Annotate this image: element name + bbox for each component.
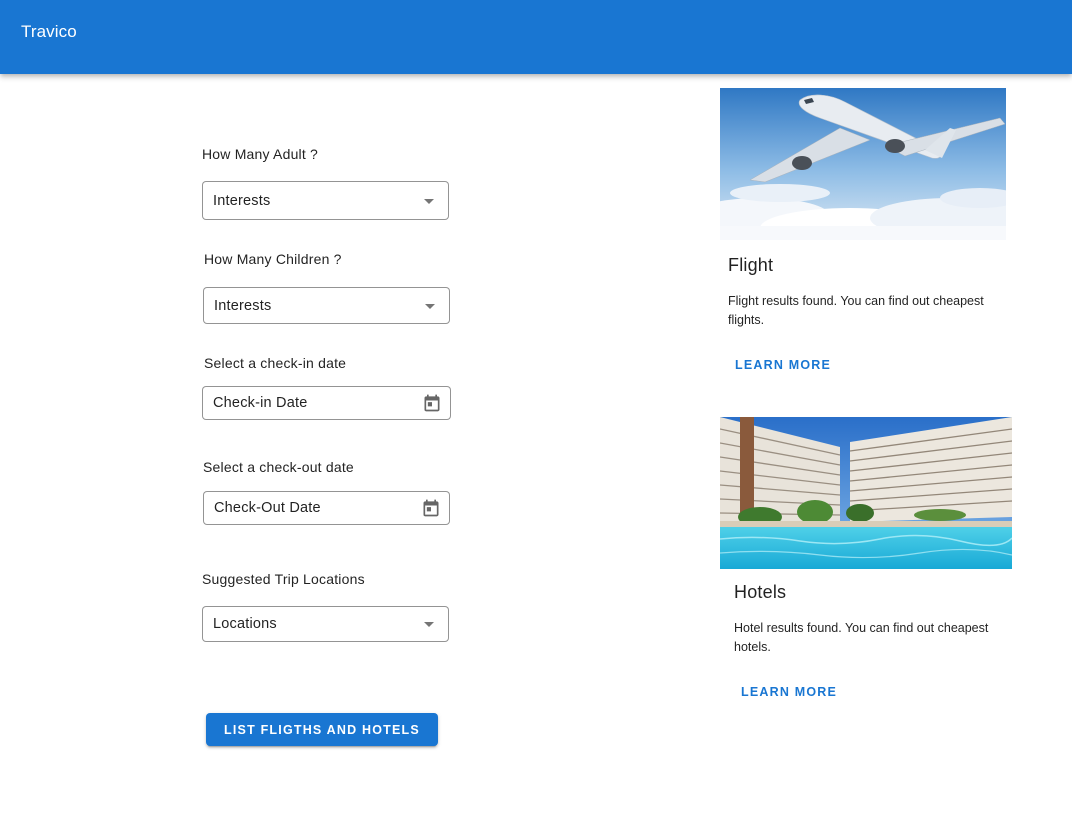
flight-image <box>720 88 1006 240</box>
adults-select-value: Interests <box>213 192 271 209</box>
arrow-drop-down-icon <box>425 303 435 309</box>
checkout-date-input[interactable]: Check-Out Date <box>203 491 450 525</box>
flight-card-title: Flight <box>728 255 774 275</box>
children-select-value: Interests <box>214 297 272 314</box>
children-label: How Many Children ? <box>204 251 342 267</box>
checkin-label: Select a check-in date <box>204 355 347 371</box>
adults-label: How Many Adult ? <box>202 146 319 162</box>
checkin-date-input[interactable]: Check-in Date <box>202 386 451 420</box>
calendar-icon[interactable] <box>421 498 441 518</box>
hotels-card-title: Hotels <box>734 582 787 602</box>
app-bar: Travico <box>0 0 1072 74</box>
calendar-icon[interactable] <box>422 393 442 413</box>
arrow-drop-down-icon <box>424 198 434 204</box>
checkin-date-placeholder: Check-in Date <box>213 395 308 411</box>
hotels-learn-more-button[interactable]: LEARN MORE <box>741 685 837 699</box>
locations-select[interactable]: Locations <box>202 606 449 642</box>
hotel-image <box>720 417 1012 569</box>
flight-card-text: Flight results found. You can find out c… <box>728 294 984 327</box>
locations-label: Suggested Trip Locations <box>202 571 365 587</box>
children-select[interactable]: Interests <box>203 287 450 324</box>
hotels-card-text: Hotel results found. You can find out ch… <box>734 621 989 654</box>
adults-select[interactable]: Interests <box>202 181 449 220</box>
flight-learn-more-button[interactable]: LEARN MORE <box>735 358 831 372</box>
list-flights-hotels-button[interactable]: LIST FLIGTHS AND HOTELS <box>206 713 438 746</box>
checkout-date-placeholder: Check-Out Date <box>214 500 321 516</box>
checkout-label: Select a check-out date <box>203 459 354 475</box>
app-title: Travico <box>21 22 77 41</box>
arrow-drop-down-icon <box>424 622 434 627</box>
locations-select-value: Locations <box>213 616 277 632</box>
